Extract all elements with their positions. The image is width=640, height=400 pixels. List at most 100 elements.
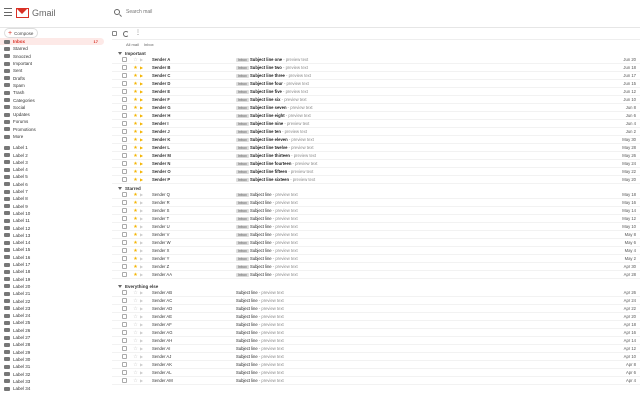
- sidebar-item-label-9[interactable]: Label 9: [0, 203, 104, 210]
- refresh-icon[interactable]: [123, 30, 129, 37]
- star-icon[interactable]: ★: [132, 192, 139, 198]
- mail-row[interactable]: ☆ ▶ Sender AF Subject line - preview text Ap…: [112, 321, 640, 329]
- mail-row[interactable]: ★ ▶ Sender Z Inbox Subject line - preview t…: [112, 263, 640, 271]
- star-icon[interactable]: ★: [132, 65, 139, 71]
- star-icon[interactable]: ☆: [132, 290, 139, 296]
- sidebar-item-label-12[interactable]: Label 12: [0, 224, 104, 231]
- mail-row[interactable]: ★ ▶ Sender AA Inbox Subject line - preview …: [112, 271, 640, 279]
- mail-label-chip[interactable]: Inbox: [236, 138, 249, 142]
- sidebar-item-label-3[interactable]: Label 3: [0, 159, 104, 166]
- mail-row[interactable]: ★ ▶ Sender M Inbox Subject line thirteen - …: [112, 152, 640, 160]
- sidebar-item-label-10[interactable]: Label 10: [0, 210, 104, 217]
- row-checkbox[interactable]: [122, 330, 127, 335]
- sidebar-item-label-8[interactable]: Label 8: [0, 195, 104, 202]
- search-input[interactable]: [126, 9, 326, 15]
- mail-label-chip[interactable]: Inbox: [236, 90, 249, 94]
- row-checkbox[interactable]: [122, 192, 127, 197]
- star-icon[interactable]: ★: [132, 169, 139, 175]
- mail-row[interactable]: ★ ▶ Sender C Inbox Subject line three - pre…: [112, 72, 640, 80]
- row-checkbox[interactable]: [122, 346, 127, 351]
- sidebar-item-important[interactable]: Important: [0, 60, 104, 67]
- mail-row[interactable]: ★ ▶ Sender O Inbox Subject line fifteen - p…: [112, 168, 640, 176]
- row-checkbox[interactable]: [122, 89, 127, 94]
- star-icon[interactable]: ★: [132, 121, 139, 127]
- mail-row[interactable]: ★ ▶ Sender T Inbox Subject line - preview t…: [112, 215, 640, 223]
- mail-row[interactable]: ★ ▶ Sender J Inbox Subject line ten - previ…: [112, 128, 640, 136]
- row-checkbox[interactable]: [122, 272, 127, 277]
- sidebar-item-label-15[interactable]: Label 15: [0, 246, 104, 253]
- mail-label-chip[interactable]: Inbox: [236, 146, 249, 150]
- mail-label-chip[interactable]: Inbox: [236, 217, 249, 221]
- sidebar-item-label-26[interactable]: Label 26: [0, 327, 104, 334]
- gmail-logo[interactable]: Gmail: [16, 6, 56, 20]
- sidebar-item-label-6[interactable]: Label 6: [0, 181, 104, 188]
- mail-label-chip[interactable]: Inbox: [236, 273, 249, 277]
- star-icon[interactable]: ☆: [132, 57, 139, 63]
- sidebar-item-forums[interactable]: Forums: [0, 118, 104, 125]
- mail-label-chip[interactable]: Inbox: [236, 265, 249, 269]
- row-checkbox[interactable]: [122, 362, 127, 367]
- mail-row[interactable]: ★ ▶ Sender I Inbox Subject line nine - prev…: [112, 120, 640, 128]
- row-checkbox[interactable]: [122, 354, 127, 359]
- row-checkbox[interactable]: [122, 248, 127, 253]
- sidebar-item-more[interactable]: More: [0, 133, 104, 140]
- row-checkbox[interactable]: [122, 153, 127, 158]
- mail-row[interactable]: ★ ▶ Sender P Inbox Subject line sixteen - p…: [112, 176, 640, 184]
- sidebar-item-label-24[interactable]: Label 24: [0, 312, 104, 319]
- mail-row[interactable]: ★ ▶ Sender S Inbox Subject line - preview t…: [112, 207, 640, 215]
- row-checkbox[interactable]: [122, 290, 127, 295]
- mail-label-chip[interactable]: Inbox: [236, 122, 249, 126]
- mail-row[interactable]: ★ ▶ Sender Q Inbox Subject line - preview t…: [112, 191, 640, 199]
- mail-row[interactable]: ☆ ▶ Sender A Inbox Subject line one - previ…: [112, 56, 640, 64]
- search-bar[interactable]: [114, 5, 404, 19]
- row-checkbox[interactable]: [122, 314, 127, 319]
- mail-row[interactable]: ★ ▶ Sender H Inbox Subject line eight - pre…: [112, 112, 640, 120]
- star-icon[interactable]: ★: [132, 161, 139, 167]
- sidebar-item-label-2[interactable]: Label 2: [0, 151, 104, 158]
- mail-row[interactable]: ★ ▶ Sender Y Inbox Subject line - preview t…: [112, 255, 640, 263]
- star-icon[interactable]: ★: [132, 105, 139, 111]
- star-icon[interactable]: ☆: [132, 338, 139, 344]
- mail-row[interactable]: ☆ ▶ Sender AB Subject line - preview text Ap…: [112, 289, 640, 297]
- mail-row[interactable]: ★ ▶ Sender U Inbox Subject line - preview t…: [112, 223, 640, 231]
- mail-row[interactable]: ★ ▶ Sender E Inbox Subject line five - prev…: [112, 88, 640, 96]
- sidebar-item-label-16[interactable]: Label 16: [0, 254, 104, 261]
- sidebar-item-label-25[interactable]: Label 25: [0, 319, 104, 326]
- mail-label-chip[interactable]: Inbox: [236, 209, 249, 213]
- mail-row[interactable]: ★ ▶ Sender G Inbox Subject line seven - pre…: [112, 104, 640, 112]
- mail-row[interactable]: ★ ▶ Sender R Inbox Subject line - preview t…: [112, 199, 640, 207]
- row-checkbox[interactable]: [122, 298, 127, 303]
- star-icon[interactable]: ★: [132, 200, 139, 206]
- star-icon[interactable]: ★: [132, 137, 139, 143]
- star-icon[interactable]: ☆: [132, 298, 139, 304]
- subbar-left[interactable]: All mail: [126, 42, 139, 47]
- mail-row[interactable]: ☆ ▶ Sender AD Subject line - preview text Ap…: [112, 305, 640, 313]
- sidebar-item-starred[interactable]: Starred: [0, 45, 104, 52]
- star-icon[interactable]: ★: [132, 216, 139, 222]
- sidebar-item-label-31[interactable]: Label 31: [0, 363, 104, 370]
- sidebar-item-promotions[interactable]: Promotions: [0, 126, 104, 133]
- sidebar-item-label-21[interactable]: Label 21: [0, 290, 104, 297]
- sidebar-item-label-4[interactable]: Label 4: [0, 166, 104, 173]
- sidebar-item-trash[interactable]: Trash: [0, 89, 104, 96]
- sidebar-item-label-27[interactable]: Label 27: [0, 334, 104, 341]
- sidebar-item-label-17[interactable]: Label 17: [0, 261, 104, 268]
- star-icon[interactable]: ★: [132, 177, 139, 183]
- mail-label-chip[interactable]: Inbox: [236, 74, 249, 78]
- row-checkbox[interactable]: [122, 65, 127, 70]
- star-icon[interactable]: ★: [132, 129, 139, 135]
- sidebar-item-label-19[interactable]: Label 19: [0, 276, 104, 283]
- sidebar-item-label-1[interactable]: Label 1: [0, 144, 104, 151]
- sidebar-item-label-30[interactable]: Label 30: [0, 356, 104, 363]
- mail-row[interactable]: ☆ ▶ Sender AE Subject line - preview text Ap…: [112, 313, 640, 321]
- row-checkbox[interactable]: [122, 105, 127, 110]
- row-checkbox[interactable]: [122, 113, 127, 118]
- row-checkbox[interactable]: [122, 161, 127, 166]
- mail-row[interactable]: ★ ▶ Sender X Inbox Subject line - preview t…: [112, 247, 640, 255]
- mail-label-chip[interactable]: Inbox: [236, 249, 249, 253]
- sidebar-item-label-34[interactable]: Label 34: [0, 385, 104, 392]
- sidebar-item-label-7[interactable]: Label 7: [0, 188, 104, 195]
- mail-row[interactable]: ★ ▶ Sender K Inbox Subject line eleven - pr…: [112, 136, 640, 144]
- mail-row[interactable]: ★ ▶ Sender D Inbox Subject line four - prev…: [112, 80, 640, 88]
- row-checkbox[interactable]: [122, 338, 127, 343]
